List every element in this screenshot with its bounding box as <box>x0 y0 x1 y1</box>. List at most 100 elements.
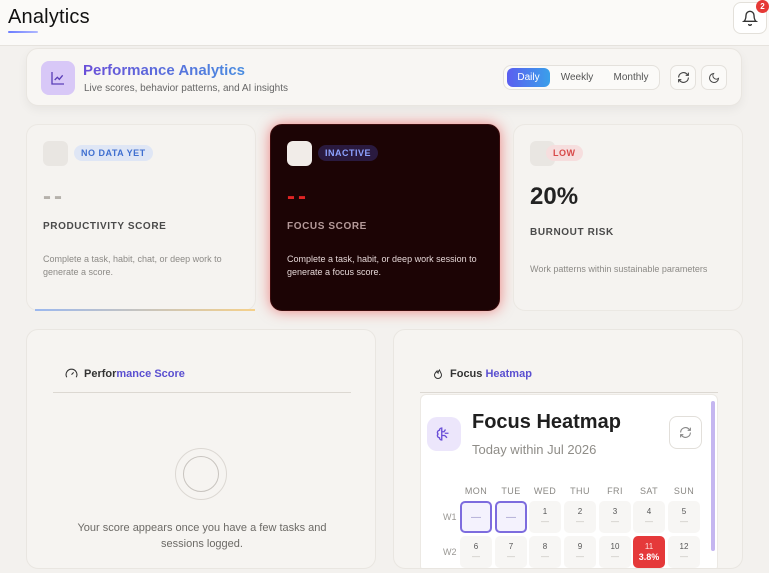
divider <box>53 392 351 393</box>
focus-icon <box>287 141 312 166</box>
analytics-header-card: Performance Analytics Live scores, behav… <box>26 48 742 106</box>
refresh-button[interactable] <box>670 65 696 90</box>
moon-icon <box>709 72 720 83</box>
productivity-value: -- <box>43 183 65 210</box>
heatmap-day-cell[interactable]: 4— <box>633 501 665 533</box>
theme-toggle-button[interactable] <box>701 65 727 90</box>
day-number: 4 <box>646 507 652 516</box>
period-weekly-button[interactable]: Weekly <box>554 68 600 87</box>
productivity-label: PRODUCTIVITY SCORE <box>43 221 167 232</box>
brain-icon <box>427 417 461 451</box>
card-accent-line <box>35 309 255 311</box>
week-label: W2 <box>443 547 457 557</box>
burnout-risk-card: LOW 20% BURNOUT RISK Work patterns withi… <box>513 124 743 311</box>
day-number: 11 <box>644 542 654 551</box>
title-underline <box>8 31 38 33</box>
status-badge: LOW <box>546 145 583 161</box>
day-number: 7 <box>508 542 514 551</box>
day-header: FRI <box>607 486 623 496</box>
heatmap-day-cell[interactable]: 10— <box>599 536 631 568</box>
heatmap-day-cell[interactable]: 1— <box>529 501 561 533</box>
heatmap-day-cell[interactable]: 5— <box>668 501 700 533</box>
day-number: 3 <box>612 507 618 516</box>
panel-title-text: Focus <box>450 367 486 380</box>
day-number: 5 <box>681 507 687 516</box>
heatmap-refresh-button[interactable] <box>669 416 702 449</box>
day-value: — <box>576 517 584 526</box>
heatmap-day-cell[interactable]: 12— <box>668 536 700 568</box>
refresh-icon <box>680 427 691 438</box>
heatmap-day-cell[interactable]: 9— <box>564 536 596 568</box>
heatmap-day-cell[interactable]: — <box>460 501 492 533</box>
heatmap-card: Focus Heatmap Today within Jul 2026 MON … <box>420 394 718 568</box>
heatmap-scrollbar[interactable] <box>711 401 715 551</box>
day-value: — <box>611 517 619 526</box>
chart-icon <box>41 61 75 95</box>
heatmap-day-cell[interactable]: 3— <box>599 501 631 533</box>
divider <box>420 392 718 393</box>
notification-badge: 2 <box>756 0 769 13</box>
header-subtitle: Live scores, behavior patterns, and AI i… <box>84 83 289 94</box>
day-value: — <box>472 552 480 561</box>
day-value: — <box>680 517 688 526</box>
day-number: 6 <box>473 542 479 551</box>
day-value: — <box>507 552 515 561</box>
day-number: 10 <box>610 542 620 551</box>
focus-score-card: INACTIVE -- FOCUS SCORE Complete a task,… <box>270 124 500 311</box>
day-header: SUN <box>673 486 695 496</box>
day-number: — <box>506 512 516 523</box>
day-value: 3.8% <box>638 552 660 562</box>
heatmap-title: Focus Heatmap <box>472 411 621 433</box>
heatmap-day-cell[interactable]: 2— <box>564 501 596 533</box>
heatmap-day-cell[interactable]: 8— <box>529 536 561 568</box>
day-value: — <box>680 552 688 561</box>
heatmap-subtitle: Today within Jul 2026 <box>472 442 597 457</box>
heatmap-day-cell[interactable]: 6— <box>460 536 492 568</box>
focus-value: -- <box>287 183 309 210</box>
flame-icon <box>433 369 443 380</box>
panel-title-accent: Heatmap <box>485 367 532 380</box>
day-number: 8 <box>542 542 548 551</box>
header-title: Performance Analytics <box>83 62 246 79</box>
panel-title-text: Perfor <box>84 367 117 380</box>
bell-icon <box>742 10 758 26</box>
day-header: MON <box>464 486 488 496</box>
day-header: WED <box>533 486 557 496</box>
productivity-score-card: NO DATA YET -- PRODUCTIVITY SCORE Comple… <box>26 124 256 311</box>
day-number: 12 <box>679 542 689 551</box>
period-daily-button[interactable]: Daily <box>507 68 550 87</box>
day-header: SAT <box>639 486 659 496</box>
day-value: — <box>576 552 584 561</box>
productivity-description: Complete a task, habit, chat, or deep wo… <box>43 254 222 277</box>
page-title: Analytics <box>8 6 90 28</box>
performance-score-panel: Performance Score Your score appears onc… <box>26 329 376 569</box>
empty-score-message: Your score appears once you have a few t… <box>77 522 327 550</box>
focus-heatmap-panel: Focus Heatmap Focus Heatmap Today within… <box>393 329 743 569</box>
heatmap-day-cell[interactable]: — <box>495 501 527 533</box>
heatmap-day-cell[interactable]: 11 3.8% <box>633 536 665 568</box>
day-header: THU <box>570 486 590 496</box>
heatmap-day-cell[interactable]: 7— <box>495 536 527 568</box>
day-value: — <box>611 552 619 561</box>
top-bar: Analytics 2 <box>0 0 769 46</box>
period-selector: Daily Weekly Monthly <box>503 65 660 90</box>
status-badge: NO DATA YET <box>74 145 153 161</box>
heatmap-panel-title: Focus Heatmap <box>432 367 532 380</box>
status-badge: INACTIVE <box>318 145 379 161</box>
day-number: — <box>471 512 481 523</box>
productivity-icon <box>43 141 68 166</box>
score-ring-inner <box>183 456 219 492</box>
focus-label: FOCUS SCORE <box>287 221 367 232</box>
focus-description: Complete a task, habit, or deep work ses… <box>287 254 477 277</box>
day-number: 2 <box>577 507 583 516</box>
burnout-label: BURNOUT RISK <box>530 227 614 238</box>
period-monthly-button[interactable]: Monthly <box>604 68 658 87</box>
performance-panel-title: Performance Score <box>65 367 185 380</box>
day-value: — <box>541 517 549 526</box>
burnout-description: Work patterns within sustainable paramet… <box>530 264 708 274</box>
week-label: W1 <box>443 512 457 522</box>
refresh-icon <box>677 72 689 83</box>
day-value: — <box>541 552 549 561</box>
day-number: 1 <box>542 507 548 516</box>
gauge-icon <box>65 368 78 378</box>
